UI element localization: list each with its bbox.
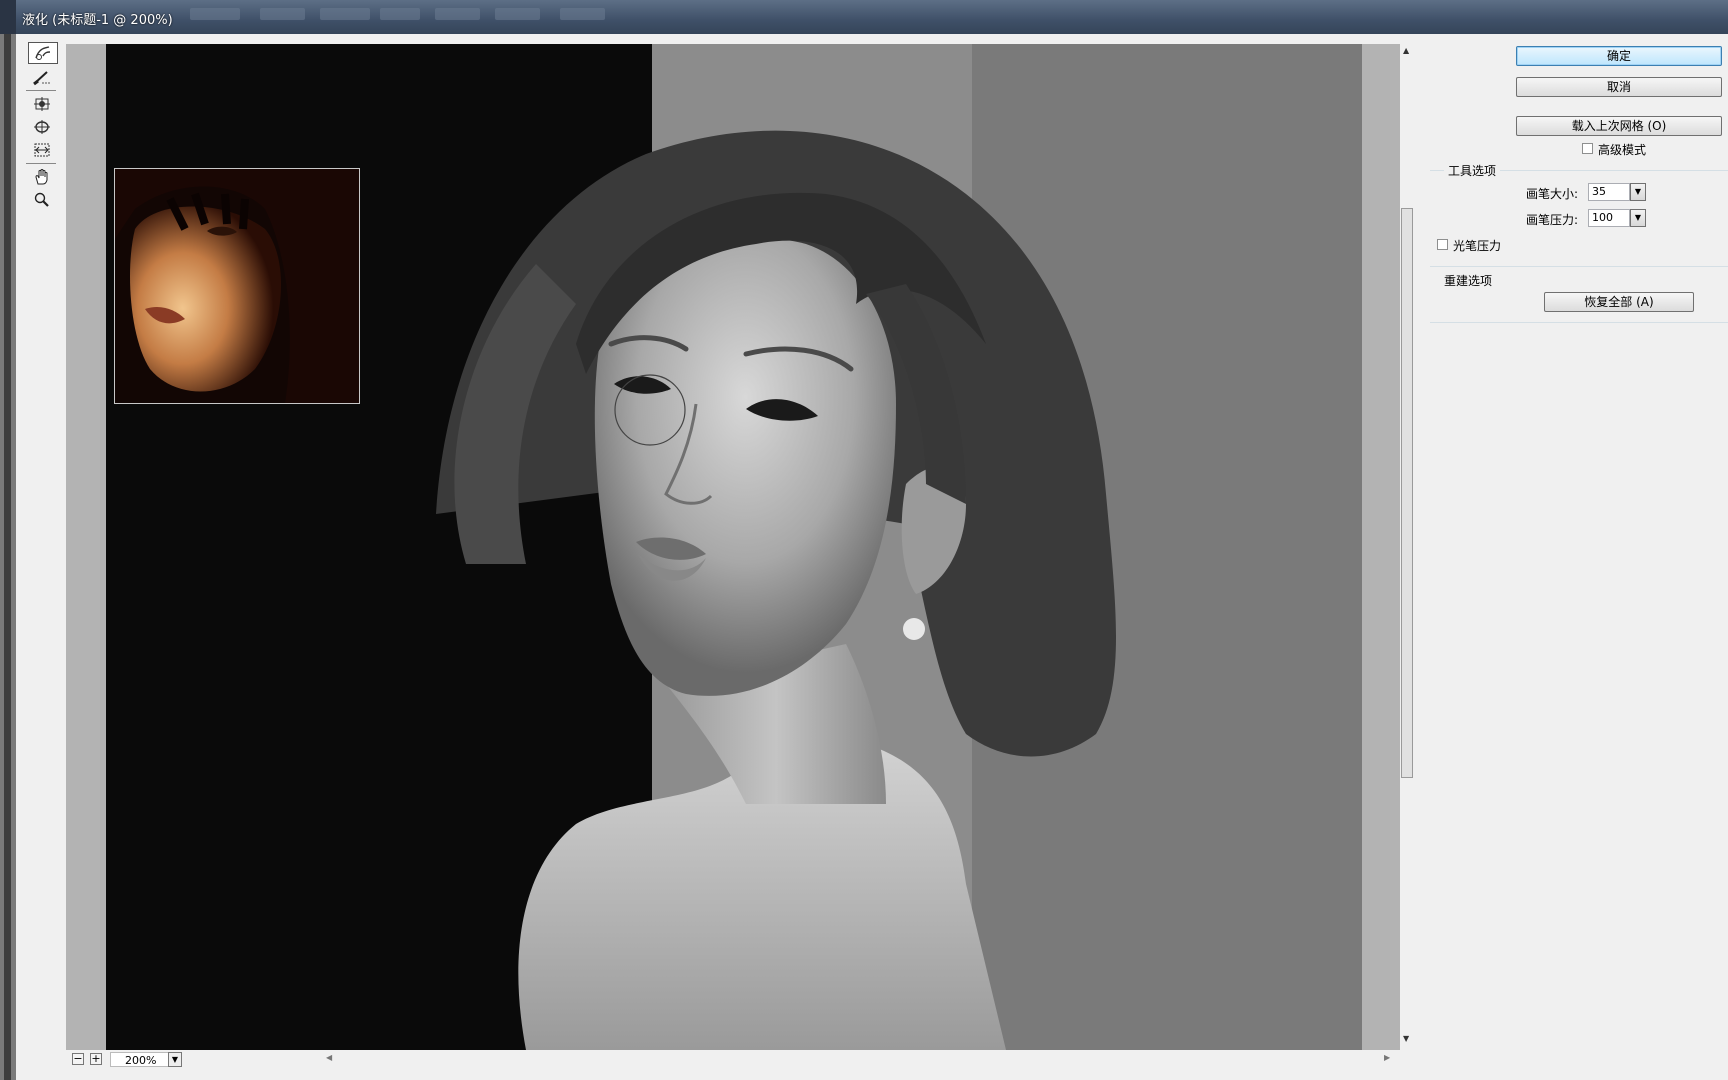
blurred-tab	[495, 8, 540, 20]
hand-icon[interactable]	[28, 167, 56, 187]
stylus-pressure-label: 光笔压力	[1453, 239, 1502, 253]
zoom-icon[interactable]	[28, 190, 56, 210]
advanced-mode-label: 高级模式	[1598, 143, 1647, 157]
reference-photo	[115, 169, 359, 403]
load-last-mesh-button[interactable]: 载入上次网格 (O)	[1516, 116, 1722, 136]
blurred-tab	[260, 8, 305, 20]
advanced-mode-checkbox[interactable]	[1582, 143, 1593, 154]
zoom-dropdown-icon[interactable]: ▼	[168, 1052, 182, 1067]
window-title: 液化 (未标题-1 @ 200%)	[22, 13, 173, 28]
blurred-tab	[190, 8, 240, 20]
scroll-up-icon[interactable]: ▲	[1403, 46, 1409, 55]
scroll-down-icon[interactable]: ▼	[1403, 1034, 1409, 1043]
options-divider	[1430, 322, 1728, 323]
blurred-tab	[560, 8, 605, 20]
stylus-pressure-checkbox[interactable]	[1437, 239, 1448, 250]
blurred-tab	[320, 8, 370, 20]
bloat-icon[interactable]	[28, 117, 56, 137]
reconstruct-icon[interactable]	[28, 67, 56, 87]
background-window-edge	[0, 34, 16, 1080]
scroll-left-icon[interactable]: ◀	[326, 1053, 332, 1062]
reconstruct-options-header: 重建选项	[1444, 274, 1493, 288]
reference-thumbnail	[114, 168, 360, 404]
blurred-tab	[435, 8, 480, 20]
image-canvas[interactable]	[106, 44, 1362, 1050]
brush-pressure-dropdown-icon[interactable]: ▼	[1630, 209, 1646, 227]
restore-all-button[interactable]: 恢复全部 (A)	[1544, 292, 1694, 312]
zoom-in-button[interactable]: +	[90, 1053, 102, 1065]
brush-pressure-input[interactable]: 100	[1588, 209, 1630, 227]
brush-size-dropdown-icon[interactable]: ▼	[1630, 183, 1646, 201]
blurred-tab	[380, 8, 420, 20]
vertical-scrollbar[interactable]: ▲ ▼	[1400, 44, 1414, 1050]
toolbox	[26, 42, 60, 213]
title-bar-edge	[0, 0, 16, 34]
reconstruct-options-group	[1430, 266, 1728, 267]
zoom-out-button[interactable]: −	[72, 1053, 84, 1065]
title-bar: 液化 (未标题-1 @ 200%)	[0, 0, 1728, 34]
push-left-icon[interactable]	[28, 140, 56, 160]
cancel-button[interactable]: 取消	[1516, 77, 1722, 97]
tool-options-header: 工具选项	[1444, 162, 1501, 179]
pucker-icon[interactable]	[28, 94, 56, 114]
brush-pressure-label: 画笔压力:	[1526, 213, 1579, 227]
forward-warp-icon[interactable]	[28, 42, 58, 64]
brush-size-input[interactable]: 35	[1588, 183, 1630, 201]
scroll-right-icon[interactable]: ▶	[1384, 1053, 1390, 1062]
vertical-scroll-thumb[interactable]	[1401, 208, 1413, 778]
horizontal-scrollbar[interactable]: ◀ ▶	[320, 1050, 1400, 1066]
zoom-controls: − + 200% ▼	[66, 1050, 320, 1068]
ok-button[interactable]: 确定	[1516, 46, 1722, 66]
brush-size-label: 画笔大小:	[1526, 187, 1579, 201]
